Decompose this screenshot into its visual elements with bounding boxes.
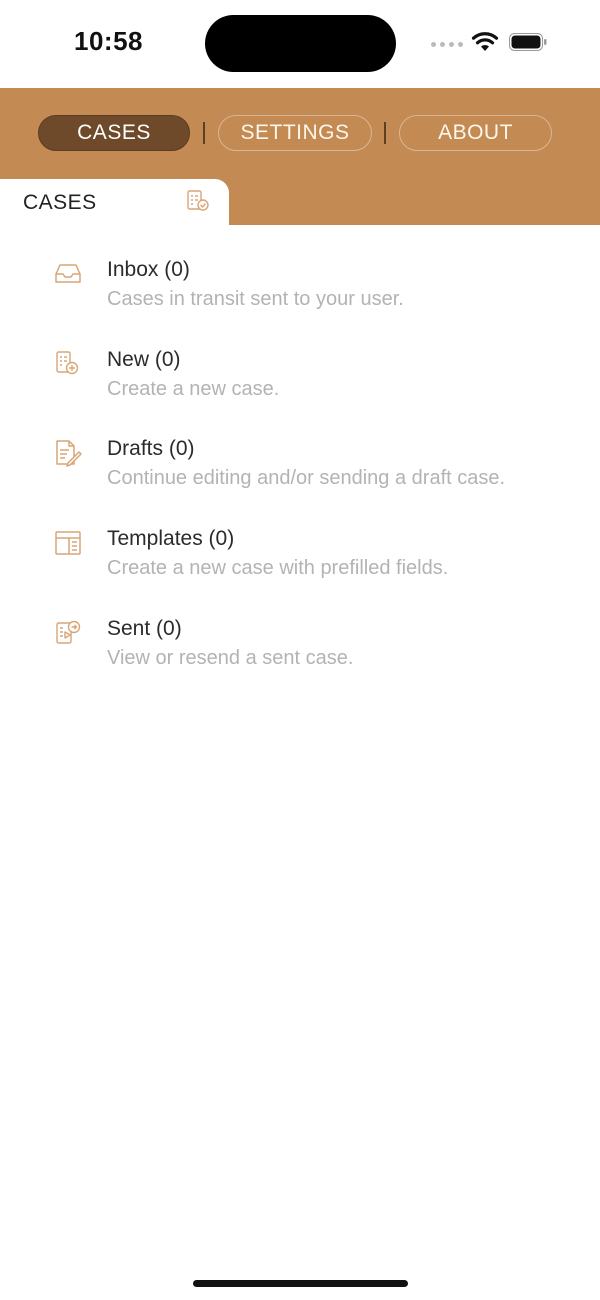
list-item-title: Drafts (0)	[107, 437, 195, 460]
tab-cases[interactable]: CASES	[0, 179, 229, 225]
draft-edit-icon	[56, 440, 82, 467]
app-header: CASES SETTINGS ABOUT CASES	[0, 88, 600, 225]
list-item-sent[interactable]: Sent (0) View or resend a sent case.	[0, 617, 600, 698]
list-item-templates[interactable]: Templates (0) Create a new case with pre…	[0, 527, 600, 608]
new-case-icon	[56, 351, 79, 375]
cellular-signal-icon	[431, 42, 463, 50]
inbox-tray-icon	[55, 264, 81, 283]
case-document-icon	[187, 190, 209, 211]
tab-cases-label: CASES	[23, 191, 97, 214]
nav-separator	[203, 122, 205, 144]
list-item-subtitle: Create a new case with prefilled fields.	[107, 557, 449, 579]
list-item-subtitle: Cases in transit sent to your user.	[107, 288, 404, 310]
list-item-subtitle: View or resend a sent case.	[107, 647, 354, 669]
list-item-title: Sent (0)	[107, 617, 182, 640]
dynamic-island	[205, 15, 396, 72]
list-item-subtitle: Create a new case.	[107, 378, 280, 400]
nav-about-button[interactable]: ABOUT	[399, 115, 552, 151]
list-item-subtitle: Continue editing and/or sending a draft …	[107, 467, 506, 489]
list-item-new[interactable]: New (0) Create a new case.	[0, 348, 600, 429]
status-time: 10:58	[74, 26, 143, 56]
sent-case-icon	[56, 620, 81, 644]
list-item-title: Templates (0)	[107, 527, 235, 550]
battery-icon	[509, 33, 547, 51]
wifi-icon	[471, 32, 499, 51]
status-bar: 10:58	[0, 0, 600, 88]
list-item-drafts[interactable]: Drafts (0) Continue editing and/or sendi…	[0, 437, 600, 518]
nav-cases-button[interactable]: CASES	[38, 115, 190, 151]
list-item-inbox[interactable]: Inbox (0) Cases in transit sent to your …	[0, 258, 600, 339]
list-item-title: New (0)	[107, 348, 181, 371]
template-layout-icon	[55, 531, 81, 555]
home-indicator[interactable]	[193, 1280, 408, 1287]
list-item-title: Inbox (0)	[107, 258, 190, 281]
nav-settings-button[interactable]: SETTINGS	[218, 115, 372, 151]
nav-separator	[384, 122, 386, 144]
